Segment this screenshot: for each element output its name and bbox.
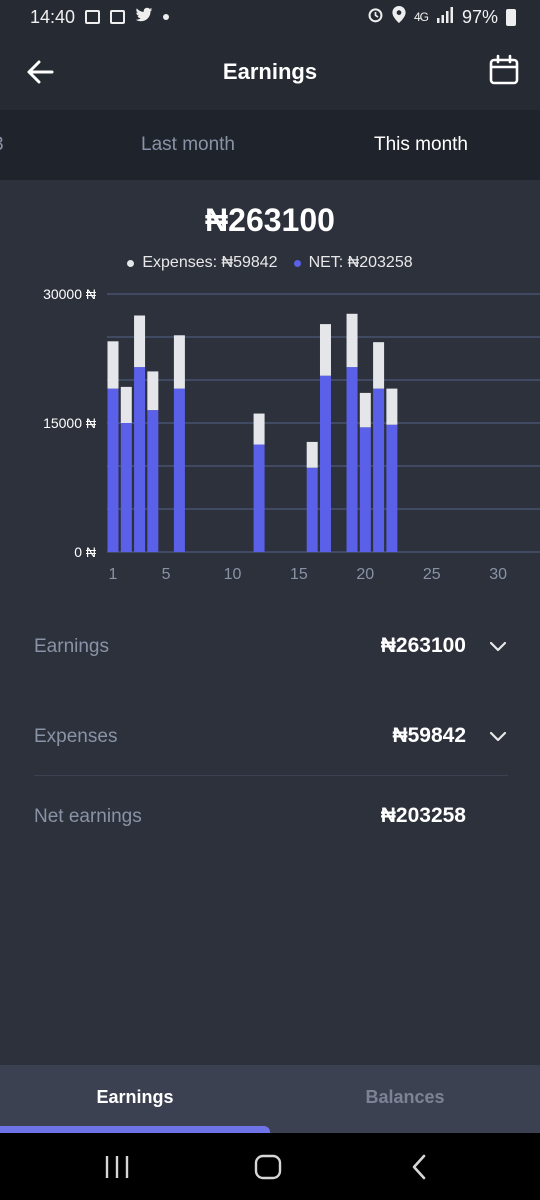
net-earnings-row: Net earnings ₦203258 (34, 798, 508, 838)
bar-net-day-16 (306, 467, 318, 552)
chevron-down-icon[interactable] (488, 726, 508, 746)
net-earnings-row-label: Net earnings (34, 806, 142, 827)
y-tick-label: 15000 ₦ (43, 415, 96, 431)
bar-net-day-4 (147, 410, 159, 552)
bar-expenses-day-19 (346, 313, 358, 368)
notification-dot-icon (163, 14, 170, 20)
x-tick-label: 30 (489, 566, 507, 583)
period-tabs: 3 Last month This month (0, 110, 540, 180)
bar-expenses-day-6 (173, 335, 185, 389)
tab-previous-partial[interactable]: 3 (0, 134, 4, 156)
earnings-row[interactable]: Earnings ₦263100 (34, 628, 508, 668)
earnings-chart: 30000 ₦15000 ₦0 ₦1 5 10 15 20 25 30 (43, 286, 540, 583)
calendar-icon[interactable] (488, 54, 520, 86)
chart-legend: Expenses: ₦59842 NET: ₦203258 (0, 254, 540, 272)
x-tick-label: 10 (224, 566, 242, 583)
status-time: 14:40 (30, 6, 76, 27)
x-tick-label: 25 (423, 566, 441, 583)
expenses-row-label: Expenses (34, 726, 118, 747)
system-nav-bar (0, 1133, 540, 1200)
header: Earnings (0, 34, 540, 110)
tab-this-month[interactable]: This month (374, 134, 468, 156)
bar-net-day-3 (134, 367, 146, 552)
bottom-tabs: Earnings Balances (0, 1065, 540, 1133)
bar-expenses-day-21 (373, 342, 385, 389)
bar-expenses-day-12 (253, 413, 265, 445)
arrow-left-icon[interactable] (24, 56, 56, 88)
bar-net-day-1 (107, 388, 119, 552)
legend-net-label: NET: ₦203258 (308, 254, 413, 271)
tab-last-month[interactable]: Last month (141, 134, 235, 156)
page-title: Earnings (222, 59, 318, 84)
bar-net-day-21 (373, 388, 385, 552)
bar-expenses-day-20 (359, 392, 371, 428)
row-divider (34, 775, 508, 776)
bar-net-day-12 (253, 444, 265, 552)
alarm-icon (367, 6, 384, 28)
bar-net-day-19 (346, 367, 358, 552)
status-right: 4G 97% (367, 6, 516, 28)
app-icon (110, 10, 126, 24)
x-tick-label: 20 (356, 566, 374, 583)
bar-expenses-day-16 (306, 441, 318, 468)
battery-icon (506, 8, 516, 26)
chevron-down-icon[interactable] (488, 636, 508, 656)
total-earnings: ₦263100 (205, 202, 335, 238)
expenses-row[interactable]: Expenses ₦59842 (34, 718, 508, 758)
legend-expenses: Expenses: ₦59842 (127, 254, 278, 272)
earnings-row-value: ₦263100 (380, 634, 466, 657)
expenses-row-value: ₦59842 (392, 724, 466, 747)
bar-net-day-6 (173, 388, 185, 552)
bar-net-day-20 (359, 427, 371, 552)
y-tick-label: 30000 ₦ (43, 286, 96, 302)
bar-expenses-day-2 (120, 386, 132, 423)
status-left: 14:40 (30, 6, 170, 28)
legend-dot-net (293, 259, 301, 267)
x-tick-label: 15 (290, 566, 308, 583)
x-tick-label: 5 (162, 566, 171, 583)
signal-icon (436, 6, 454, 28)
legend-expenses-label: Expenses: ₦59842 (142, 254, 278, 271)
back-chevron-icon[interactable] (409, 1154, 429, 1180)
bar-expenses-day-17 (319, 324, 331, 376)
battery-percent: 97% (461, 6, 498, 27)
tab-balances[interactable]: Balances (270, 1065, 540, 1133)
bar-net-day-2 (120, 423, 132, 552)
recents-icon[interactable] (104, 1154, 130, 1180)
active-tab-indicator (0, 1126, 270, 1133)
legend-net: NET: ₦203258 (293, 254, 413, 272)
bar-expenses-day-22 (386, 388, 398, 425)
earnings-row-label: Earnings (34, 636, 109, 657)
bar-expenses-day-3 (134, 315, 146, 368)
x-tick-label: 1 (109, 566, 118, 583)
network-type: 4G (413, 10, 429, 24)
bar-expenses-day-1 (107, 341, 119, 389)
legend-dot-expenses (127, 259, 135, 267)
status-bar: 14:40 4G 97% (0, 0, 540, 34)
bar-net-day-22 (386, 424, 398, 552)
y-tick-label: 0 ₦ (74, 544, 96, 560)
tab-earnings[interactable]: Earnings (0, 1065, 270, 1133)
location-icon (392, 6, 406, 28)
bar-net-day-17 (319, 375, 331, 552)
gallery-icon (85, 10, 101, 24)
bar-expenses-day-4 (147, 371, 159, 411)
net-earnings-row-value: ₦203258 (380, 804, 466, 827)
home-icon[interactable] (254, 1154, 282, 1180)
twitter-icon (135, 7, 153, 28)
